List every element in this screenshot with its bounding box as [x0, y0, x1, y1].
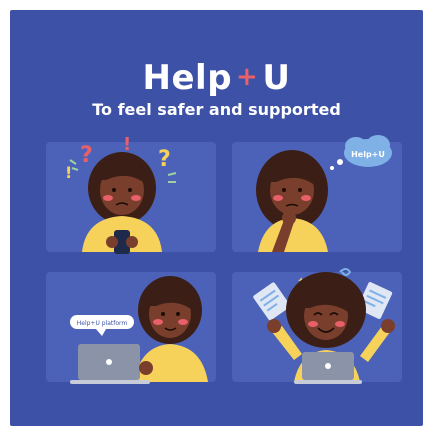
poster-card: Help + U To feel safer and supported ? ! ?…	[10, 10, 423, 426]
hand	[381, 319, 395, 333]
cheek	[335, 321, 345, 327]
cheek	[308, 321, 318, 327]
laptop-icon	[294, 352, 362, 384]
scene-happy-girl: ✦	[253, 268, 395, 384]
document-icon	[253, 282, 291, 321]
hand	[267, 319, 281, 333]
swirl-icon	[339, 268, 352, 276]
